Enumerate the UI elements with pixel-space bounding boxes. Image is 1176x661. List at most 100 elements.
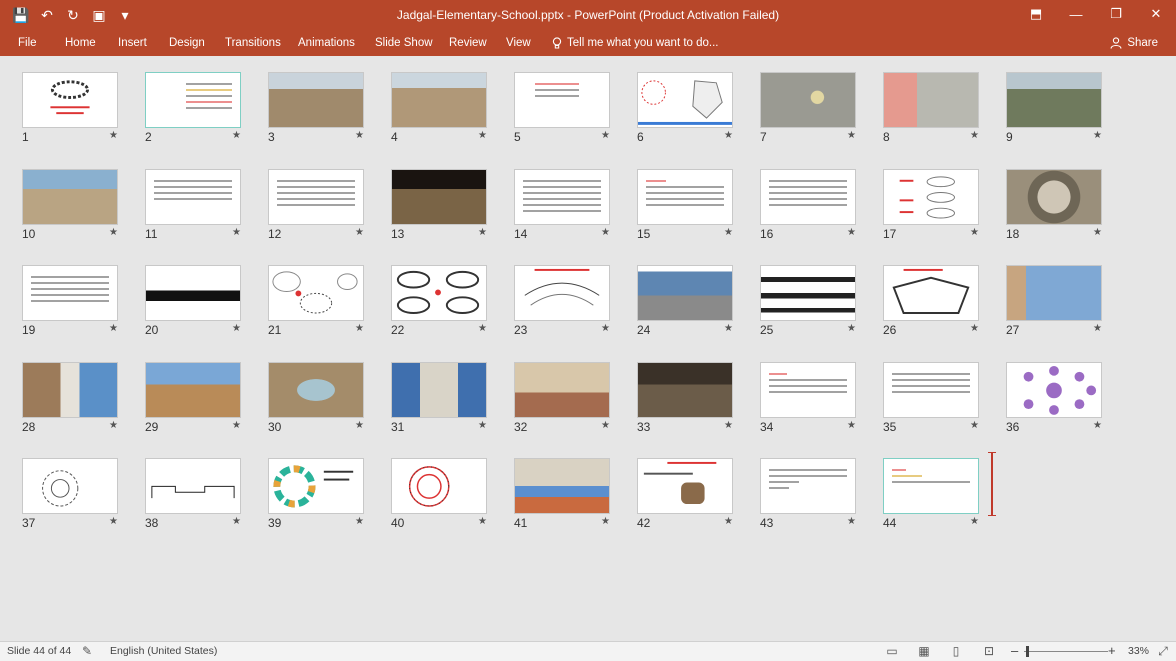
star-icon[interactable]: ★: [232, 130, 241, 141]
star-icon[interactable]: ★: [847, 323, 856, 334]
star-icon[interactable]: ★: [109, 420, 118, 431]
star-icon[interactable]: ★: [724, 130, 733, 141]
star-icon[interactable]: ★: [355, 227, 364, 238]
slide-thumbnail-28[interactable]: 28 ★: [22, 362, 118, 434]
star-icon[interactable]: ★: [601, 420, 610, 431]
star-icon[interactable]: ★: [1093, 420, 1102, 431]
share-button[interactable]: Share: [1110, 34, 1158, 52]
slide-thumbnail-42[interactable]: 42 ★: [637, 458, 733, 530]
slide-thumbnail-13[interactable]: 13 ★: [391, 169, 487, 241]
save-icon[interactable]: 💾: [10, 5, 32, 25]
star-icon[interactable]: ★: [355, 323, 364, 334]
tab-view[interactable]: View: [506, 34, 531, 52]
slide-thumbnail-38[interactable]: 38 ★: [145, 458, 241, 530]
maximize-icon[interactable]: ❐: [1096, 0, 1136, 28]
star-icon[interactable]: ★: [601, 227, 610, 238]
zoom-slider-handle[interactable]: [1026, 646, 1029, 657]
start-from-beginning-icon[interactable]: ▣: [88, 5, 110, 25]
slide-thumbnail-18[interactable]: 18 ★: [1006, 169, 1102, 241]
fit-to-window-icon[interactable]: ⤢: [1156, 644, 1170, 658]
star-icon[interactable]: ★: [1093, 323, 1102, 334]
slide-thumbnail-35[interactable]: 35 ★: [883, 362, 979, 434]
tab-insert[interactable]: Insert: [118, 34, 147, 52]
star-icon[interactable]: ★: [355, 516, 364, 527]
star-icon[interactable]: ★: [478, 227, 487, 238]
slide-thumbnail-20[interactable]: 20 ★: [145, 265, 241, 337]
slide-thumbnail-21[interactable]: 21 ★: [268, 265, 364, 337]
spelling-check-icon[interactable]: ✎: [80, 644, 94, 658]
slide-thumbnail-24[interactable]: 24 ★: [637, 265, 733, 337]
star-icon[interactable]: ★: [847, 420, 856, 431]
slide-thumbnail-19[interactable]: 19 ★: [22, 265, 118, 337]
reading-view-icon[interactable]: ▯: [949, 644, 963, 658]
zoom-in-button[interactable]: +: [1108, 643, 1116, 658]
star-icon[interactable]: ★: [847, 227, 856, 238]
minimize-icon[interactable]: —: [1056, 0, 1096, 28]
slide-thumbnail-12[interactable]: 12 ★: [268, 169, 364, 241]
slide-thumbnail-15[interactable]: 15 ★: [637, 169, 733, 241]
slide-thumbnail-7[interactable]: 7 ★: [760, 72, 856, 144]
normal-view-icon[interactable]: ▭: [885, 644, 899, 658]
slide-thumbnail-9[interactable]: 9 ★: [1006, 72, 1102, 144]
slide-show-view-icon[interactable]: ⊡: [982, 644, 996, 658]
star-icon[interactable]: ★: [970, 420, 979, 431]
star-icon[interactable]: ★: [724, 516, 733, 527]
star-icon[interactable]: ★: [970, 130, 979, 141]
star-icon[interactable]: ★: [478, 323, 487, 334]
star-icon[interactable]: ★: [232, 516, 241, 527]
close-icon[interactable]: ✕: [1136, 0, 1176, 28]
tab-file[interactable]: File: [18, 34, 37, 52]
zoom-slider-track[interactable]: [1024, 651, 1108, 652]
slide-thumbnail-34[interactable]: 34 ★: [760, 362, 856, 434]
slide-thumbnail-43[interactable]: 43 ★: [760, 458, 856, 530]
star-icon[interactable]: ★: [478, 130, 487, 141]
slide-thumbnail-41[interactable]: 41 ★: [514, 458, 610, 530]
tab-transitions[interactable]: Transitions: [225, 34, 281, 52]
slide-thumbnail-22[interactable]: 22 ★: [391, 265, 487, 337]
slide-thumbnail-39[interactable]: 39 ★: [268, 458, 364, 530]
star-icon[interactable]: ★: [478, 516, 487, 527]
tab-slide-show[interactable]: Slide Show: [375, 34, 433, 52]
slide-thumbnail-4[interactable]: 4 ★: [391, 72, 487, 144]
star-icon[interactable]: ★: [109, 227, 118, 238]
ribbon-display-options-icon[interactable]: ⬒: [1016, 0, 1056, 28]
star-icon[interactable]: ★: [232, 420, 241, 431]
tab-review[interactable]: Review: [449, 34, 487, 52]
tab-animations[interactable]: Animations: [298, 34, 355, 52]
tab-home[interactable]: Home: [65, 34, 96, 52]
slide-thumbnail-16[interactable]: 16 ★: [760, 169, 856, 241]
slide-thumbnail-14[interactable]: 14 ★: [514, 169, 610, 241]
star-icon[interactable]: ★: [109, 516, 118, 527]
slide-thumbnail-17[interactable]: 17 ★: [883, 169, 979, 241]
slide-thumbnail-26[interactable]: 26 ★: [883, 265, 979, 337]
slide-thumbnail-25[interactable]: 25 ★: [760, 265, 856, 337]
star-icon[interactable]: ★: [601, 130, 610, 141]
tab-design[interactable]: Design: [169, 34, 205, 52]
slide-thumbnail-2[interactable]: 2 ★: [145, 72, 241, 144]
star-icon[interactable]: ★: [601, 516, 610, 527]
star-icon[interactable]: ★: [970, 323, 979, 334]
star-icon[interactable]: ★: [355, 130, 364, 141]
zoom-level[interactable]: 33%: [1128, 645, 1149, 657]
slide-thumbnail-3[interactable]: 3 ★: [268, 72, 364, 144]
star-icon[interactable]: ★: [355, 420, 364, 431]
slide-thumbnail-8[interactable]: 8 ★: [883, 72, 979, 144]
zoom-out-button[interactable]: –: [1011, 643, 1018, 658]
undo-icon[interactable]: ↶: [36, 5, 58, 25]
slide-thumbnail-33[interactable]: 33 ★: [637, 362, 733, 434]
star-icon[interactable]: ★: [1093, 227, 1102, 238]
star-icon[interactable]: ★: [847, 130, 856, 141]
slide-sorter-view-icon[interactable]: ▦: [917, 644, 931, 658]
customize-toolbar-icon[interactable]: ▾: [114, 5, 136, 25]
star-icon[interactable]: ★: [109, 323, 118, 334]
star-icon[interactable]: ★: [724, 323, 733, 334]
star-icon[interactable]: ★: [847, 516, 856, 527]
star-icon[interactable]: ★: [1093, 130, 1102, 141]
slide-thumbnail-40[interactable]: 40 ★: [391, 458, 487, 530]
star-icon[interactable]: ★: [232, 227, 241, 238]
slide-thumbnail-32[interactable]: 32 ★: [514, 362, 610, 434]
star-icon[interactable]: ★: [601, 323, 610, 334]
slide-thumbnail-5[interactable]: 5 ★: [514, 72, 610, 144]
slide-count-status[interactable]: Slide 44 of 44: [7, 645, 71, 657]
slide-thumbnail-30[interactable]: 30 ★: [268, 362, 364, 434]
